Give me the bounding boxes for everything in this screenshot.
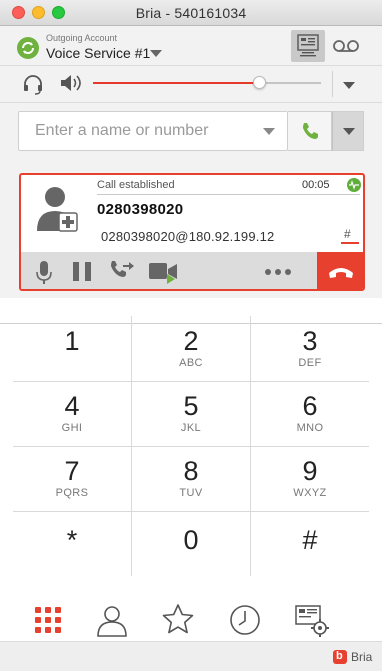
call-status: Call established [97, 179, 175, 191]
dtmf-field-label[interactable]: # [344, 227, 351, 241]
key-letters: DEF [298, 357, 322, 369]
transfer-button[interactable] [107, 252, 139, 289]
nav-settings[interactable] [290, 598, 334, 640]
key-digit: * [66, 525, 78, 555]
chevron-down-icon[interactable] [150, 50, 162, 57]
end-call-button[interactable] [317, 252, 363, 289]
title-bar: Bria - 540161034 [0, 0, 382, 26]
call-options-button[interactable] [332, 111, 364, 151]
nav-contacts[interactable] [90, 598, 134, 640]
microphone-icon [36, 261, 52, 284]
dialpad-key-star[interactable]: * [13, 511, 131, 576]
bottom-nav [0, 596, 382, 642]
divider [97, 194, 360, 195]
voicemail-button[interactable] [331, 32, 361, 60]
settings-icon [295, 605, 329, 637]
key-digit: 9 [302, 456, 318, 486]
phone-icon [303, 123, 318, 139]
add-contact-avatar-icon[interactable] [35, 183, 81, 239]
call-actions-bar [21, 252, 317, 289]
divider [0, 65, 382, 66]
audio-options-chevron-icon[interactable] [343, 82, 355, 89]
dialpad-key-0[interactable]: 0 [132, 511, 250, 576]
mute-button[interactable] [29, 252, 59, 289]
volume-slider[interactable] [93, 76, 321, 89]
key-digit: 6 [302, 391, 318, 421]
call-timer: 00:05 [302, 179, 330, 191]
dialpad-icon [35, 607, 61, 633]
volume-level [93, 82, 260, 84]
keypad-layout-icon [297, 34, 319, 57]
brand-name: Bria [351, 650, 373, 664]
call-number: 0280398020 [97, 201, 184, 218]
dialpad-key-4[interactable]: 4 GHI [13, 381, 131, 446]
key-digit: 0 [183, 525, 199, 555]
key-digit: 1 [64, 326, 80, 356]
key-digit: 7 [64, 456, 80, 486]
account-selector[interactable]: Voice Service #1 [46, 45, 150, 61]
video-button[interactable] [147, 252, 181, 289]
voicemail-icon [333, 40, 359, 52]
search-box [18, 111, 288, 151]
history-icon [230, 605, 260, 635]
dialpad-key-1[interactable]: 1 [13, 316, 131, 381]
key-letters: TUV [179, 487, 203, 499]
key-digit: 8 [183, 456, 199, 486]
key-letters: MNO [296, 422, 324, 434]
account-status-icon [17, 37, 39, 59]
top-panel: Outgoing Account Voice Service #1 Enter … [0, 26, 382, 324]
key-letters: WXYZ [293, 487, 327, 499]
volume-slider-handle[interactable] [253, 76, 267, 89]
dialpad-key-hash[interactable]: # [251, 511, 369, 576]
active-call-card: Call established 00:05 0280398020 028039… [19, 173, 365, 291]
hold-button[interactable] [67, 252, 97, 289]
dialpad-key-3[interactable]: 3 DEF [251, 316, 369, 381]
contacts-icon [97, 606, 127, 637]
nav-favorites[interactable] [156, 598, 200, 640]
hang-up-icon [329, 268, 353, 278]
nav-dialpad[interactable] [26, 598, 70, 640]
dtmf-field-underline [341, 242, 359, 244]
dialpad-key-5[interactable]: 5 JKL [132, 381, 250, 446]
more-options-button[interactable] [261, 252, 295, 289]
layout-toggle-button[interactable] [291, 30, 325, 62]
dialpad-key-8[interactable]: 8 TUV [132, 446, 250, 511]
chevron-down-icon [343, 128, 355, 135]
dialpad-key-6[interactable]: 6 MNO [251, 381, 369, 446]
transfer-icon [111, 261, 134, 277]
video-icon [149, 263, 177, 284]
footer: b Bria [0, 641, 382, 671]
dialpad: 1 2 ABC 3 DEF 4 GHI 5 JKL 6 MNO 7 PQRS 8… [13, 316, 369, 576]
key-letters: ABC [179, 357, 203, 369]
more-icon [265, 269, 291, 275]
search-history-chevron-icon[interactable] [263, 128, 275, 135]
headset-icon[interactable] [22, 73, 44, 95]
divider [0, 102, 382, 103]
call-uri: 0280398020@180.92.199.12 [101, 229, 275, 244]
window-title: Bria - 540161034 [135, 5, 247, 21]
key-digit: 3 [302, 326, 318, 356]
dialpad-key-9[interactable]: 9 WXYZ [251, 446, 369, 511]
search-input[interactable] [19, 112, 259, 150]
key-digit: 2 [183, 326, 199, 356]
call-button[interactable] [288, 111, 332, 151]
key-letters: PQRS [55, 487, 89, 499]
divider [332, 71, 333, 97]
bria-logo-icon: b [333, 650, 347, 664]
favorites-icon [162, 604, 194, 634]
key-letters: JKL [180, 422, 202, 434]
dialpad-key-7[interactable]: 7 PQRS [13, 446, 131, 511]
call-quality-icon [347, 178, 361, 192]
speaker-icon[interactable] [58, 72, 82, 94]
pause-icon [73, 262, 91, 281]
key-digit: # [302, 525, 318, 555]
key-digit: 4 [64, 391, 80, 421]
key-digit: 5 [183, 391, 199, 421]
nav-history[interactable] [223, 598, 267, 640]
dialpad-key-2[interactable]: 2 ABC [132, 316, 250, 381]
account-caption: Outgoing Account [46, 33, 118, 43]
key-letters: GHI [61, 422, 83, 434]
